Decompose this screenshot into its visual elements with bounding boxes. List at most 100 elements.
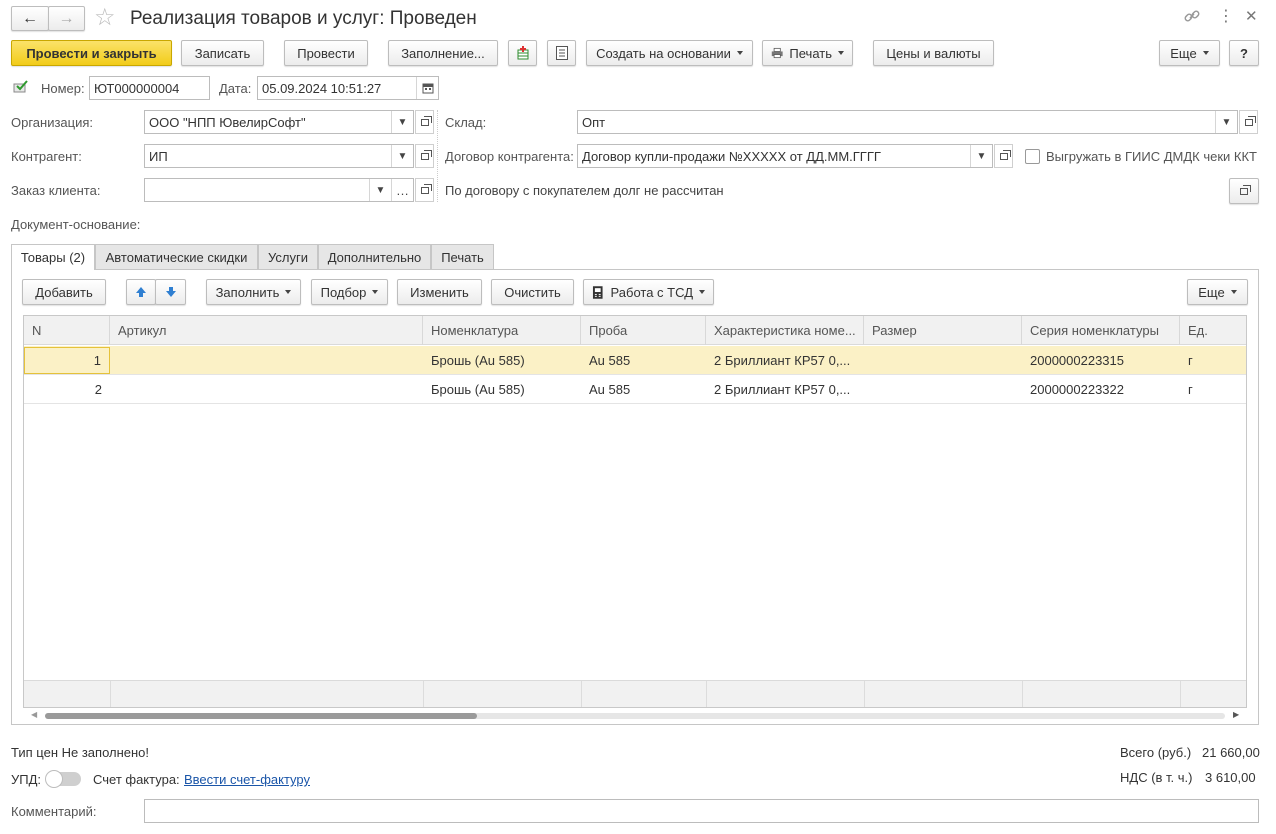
debt-open-button[interactable] xyxy=(1229,178,1259,204)
contractor-label: Контрагент: xyxy=(11,149,82,164)
forward-button[interactable]: → xyxy=(48,6,85,31)
fill-table-button[interactable]: Заполнить xyxy=(206,279,301,305)
create-based-on-button[interactable]: Создать на основании xyxy=(586,40,753,66)
cell-n[interactable]: 1 xyxy=(24,347,110,374)
calendar-icon[interactable] xyxy=(416,77,438,99)
open-icon xyxy=(1237,184,1251,198)
more-vertical-icon[interactable]: ⋮ xyxy=(1218,7,1234,27)
date-field[interactable]: 05.09.2024 10:51:27 xyxy=(257,76,439,100)
number-field[interactable]: ЮТ000000004 xyxy=(89,76,210,100)
back-button[interactable]: ← xyxy=(11,6,49,31)
arrow-right-icon: → xyxy=(58,9,75,27)
tab-additional[interactable]: Дополнительно xyxy=(318,244,431,269)
pick-button[interactable]: Подбор xyxy=(311,279,388,305)
vat-label: НДС (в т. ч.) xyxy=(1120,770,1193,785)
close-icon[interactable]: ✕ xyxy=(1245,7,1258,27)
organization-field[interactable]: ООО "НПП ЮвелирСофт" ▼ xyxy=(144,110,414,134)
cell-nomenclature[interactable]: Брошь (Au 585) xyxy=(423,346,581,375)
report-button[interactable] xyxy=(547,40,576,66)
save-button[interactable]: Записать xyxy=(181,40,264,66)
contractor-field[interactable]: ИП ▼ xyxy=(144,144,414,168)
scroll-right-icon[interactable]: ▶ xyxy=(1233,710,1239,719)
move-up-button[interactable] xyxy=(126,279,156,305)
open-organization-button[interactable] xyxy=(415,110,434,134)
contract-field[interactable]: Договор купли-продажи №XXXXX от ДД.ММ.ГГ… xyxy=(577,144,993,168)
organization-value: ООО "НПП ЮвелирСофт" xyxy=(149,114,306,130)
col-article[interactable]: Артикул xyxy=(110,316,423,345)
tsd-button[interactable]: Работа с ТСД xyxy=(583,279,714,305)
col-nomenclature[interactable]: Номенклатура xyxy=(423,316,581,345)
col-probe[interactable]: Проба xyxy=(581,316,706,345)
add-row-button[interactable]: Добавить xyxy=(22,279,106,305)
invoice-label: Счет фактура: xyxy=(93,772,180,787)
tab-goods[interactable]: Товары (2) xyxy=(11,244,95,270)
dropdown-icon[interactable]: ▼ xyxy=(1215,111,1237,133)
prices-and-currencies-button[interactable]: Цены и валюты xyxy=(873,40,994,66)
cell-article[interactable] xyxy=(110,346,423,375)
more-button[interactable]: Еще xyxy=(1159,40,1220,66)
table-row[interactable]: 1 Брошь (Au 585) Au 585 2 Бриллиант КР57… xyxy=(24,346,1246,375)
open-contract-button[interactable] xyxy=(994,144,1013,168)
clear-button[interactable]: Очистить xyxy=(491,279,574,305)
cell-probe[interactable]: Au 585 xyxy=(581,346,706,375)
post-button[interactable]: Провести xyxy=(284,40,368,66)
fill-button[interactable]: Заполнение... xyxy=(388,40,498,66)
link-icon[interactable] xyxy=(1183,7,1201,28)
col-characteristic[interactable]: Характеристика номе... xyxy=(706,316,864,345)
ellipsis-icon[interactable]: … xyxy=(391,179,413,201)
tab-print[interactable]: Печать xyxy=(431,244,494,269)
giis-checkbox[interactable] xyxy=(1025,149,1040,164)
upd-toggle[interactable] xyxy=(45,770,81,788)
move-down-button[interactable] xyxy=(155,279,186,305)
open-contractor-button[interactable] xyxy=(415,144,434,168)
dropdown-icon[interactable]: ▼ xyxy=(369,179,391,201)
post-and-close-button[interactable]: Провести и закрыть xyxy=(11,40,172,66)
table-more-button[interactable]: Еще xyxy=(1187,279,1248,305)
table-row[interactable]: 2 Брошь (Au 585) Au 585 2 Бриллиант КР57… xyxy=(24,375,1246,404)
cell-characteristic[interactable]: 2 Бриллиант КР57 0,... xyxy=(706,346,864,375)
col-n[interactable]: N xyxy=(24,316,110,345)
cell-nomenclature[interactable]: Брошь (Au 585) xyxy=(423,375,581,404)
col-unit[interactable]: Ед. xyxy=(1180,316,1246,345)
document-icon xyxy=(555,46,568,60)
vat-value: 3 610,00 xyxy=(1205,770,1256,785)
goods-table[interactable]: N Артикул Номенклатура Проба Характерист… xyxy=(23,315,1247,708)
dropdown-icon[interactable]: ▼ xyxy=(391,145,413,167)
cell-probe[interactable]: Au 585 xyxy=(581,375,706,404)
cell-characteristic[interactable]: 2 Бриллиант КР57 0,... xyxy=(706,375,864,404)
col-size[interactable]: Размер xyxy=(864,316,1022,345)
help-button[interactable]: ? xyxy=(1229,40,1259,66)
cell-size[interactable] xyxy=(864,375,1022,404)
scroll-left-icon[interactable]: ◀ xyxy=(31,710,37,719)
horizontal-scrollbar[interactable]: ◀ ▶ xyxy=(23,708,1247,724)
tab-auto-discounts[interactable]: Автоматические скидки xyxy=(95,244,258,269)
contract-label: Договор контрагента: xyxy=(445,149,574,164)
footer-divider xyxy=(581,681,582,707)
cell-series[interactable]: 2000000223315 xyxy=(1022,346,1180,375)
edit-button[interactable]: Изменить xyxy=(397,279,482,305)
open-icon xyxy=(420,115,432,126)
cell-size[interactable] xyxy=(864,346,1022,375)
cell-series[interactable]: 2000000223322 xyxy=(1022,375,1180,404)
col-series[interactable]: Серия номенклатуры xyxy=(1022,316,1180,345)
dropdown-icon[interactable]: ▼ xyxy=(391,111,413,133)
star-icon[interactable]: ☆ xyxy=(94,5,116,31)
tab-services[interactable]: Услуги xyxy=(258,244,318,269)
client-order-label: Заказ клиента: xyxy=(11,183,101,198)
number-label: Номер: xyxy=(41,81,85,96)
cell-n[interactable]: 2 xyxy=(24,375,110,404)
client-order-field[interactable]: ▼ … xyxy=(144,178,414,202)
dropdown-icon[interactable]: ▼ xyxy=(970,145,992,167)
print-button[interactable]: Печать xyxy=(762,40,853,66)
open-warehouse-button[interactable] xyxy=(1239,110,1258,134)
comment-field[interactable] xyxy=(144,799,1259,823)
cell-unit[interactable]: г xyxy=(1180,346,1246,375)
scrollbar-thumb[interactable] xyxy=(45,713,477,719)
cell-article[interactable] xyxy=(110,375,423,404)
add-rows-button[interactable] xyxy=(508,40,537,66)
cell-unit[interactable]: г xyxy=(1180,375,1246,404)
open-client-order-button[interactable] xyxy=(415,178,434,202)
organization-label: Организация: xyxy=(11,115,94,130)
warehouse-field[interactable]: Опт ▼ xyxy=(577,110,1238,134)
invoice-link[interactable]: Ввести счет-фактуру xyxy=(184,772,310,787)
